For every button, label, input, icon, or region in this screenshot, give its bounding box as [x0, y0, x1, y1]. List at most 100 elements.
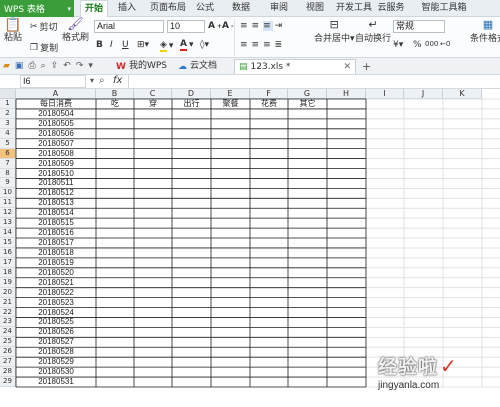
date-cell[interactable]: 20180506: [16, 129, 96, 139]
chevron-down-icon[interactable]: ▾: [88, 61, 93, 71]
redo-icon[interactable]: ↷: [76, 61, 84, 71]
tab-file-label: 123.xls *: [250, 61, 291, 72]
date-cell[interactable]: 20180521: [16, 278, 96, 288]
decimal-buttons[interactable]: ←0: [440, 40, 450, 48]
print-icon[interactable]: ⎙: [28, 61, 35, 71]
header-cell[interactable]: 其它: [288, 99, 327, 109]
date-cell[interactable]: 20180529: [16, 357, 96, 367]
date-cell[interactable]: 20180525: [16, 317, 96, 327]
conditional-format-button[interactable]: ▦ 条件格式: [470, 19, 500, 44]
fill-color-button[interactable]: ◈ ▾: [160, 40, 173, 52]
app-menu-button[interactable]: WPS 表格 ▾: [0, 0, 74, 17]
date-cell[interactable]: 20180518: [16, 248, 96, 258]
date-cell[interactable]: 20180531: [16, 377, 96, 387]
copy-button[interactable]: ❐ 复制: [30, 41, 59, 55]
header-cell[interactable]: 每日消费: [16, 99, 96, 109]
font-color-button[interactable]: A ▾: [180, 39, 194, 51]
date-cell[interactable]: 20180509: [16, 159, 96, 169]
menu-tab[interactable]: 开发工具: [336, 0, 372, 17]
date-cell[interactable]: 20180527: [16, 337, 96, 347]
format-painter-button[interactable]: 🖌 格式刷: [62, 18, 89, 43]
date-cell[interactable]: 20180514: [16, 208, 96, 218]
date-cell[interactable]: 20180510: [16, 169, 96, 179]
date-cell[interactable]: 20180508: [16, 149, 96, 159]
bold-button[interactable]: B: [96, 40, 103, 50]
date-cell[interactable]: 20180507: [16, 139, 96, 149]
font-name-select[interactable]: Arial: [94, 20, 164, 33]
menu-tab[interactable]: 页面布局: [148, 0, 188, 17]
close-icon[interactable]: ✕: [343, 62, 351, 72]
chevron-down-icon[interactable]: ▾: [90, 76, 94, 85]
menu-tab[interactable]: 公式: [192, 0, 218, 17]
date-cell[interactable]: 20180528: [16, 347, 96, 357]
underline-button[interactable]: U: [122, 40, 129, 50]
date-cell[interactable]: 20180515: [16, 218, 96, 228]
date-cell[interactable]: 20180524: [16, 308, 96, 318]
currency-button[interactable]: ¥▾: [393, 40, 403, 50]
print-preview-icon[interactable]: ⌕: [41, 61, 46, 71]
date-cell[interactable]: 20180520: [16, 268, 96, 278]
date-cell[interactable]: 20180519: [16, 258, 96, 268]
fill-bucket-icon: ◈: [160, 40, 167, 52]
menu-tab[interactable]: 插入: [114, 0, 140, 17]
date-cell[interactable]: 20180526: [16, 327, 96, 337]
border-icon: ⊞▾: [137, 40, 150, 50]
date-cell[interactable]: 20180504: [16, 109, 96, 119]
borders-button[interactable]: ⊞▾: [137, 40, 149, 50]
header-cell[interactable]: 穿: [134, 99, 172, 109]
app-name: WPS 表格: [4, 5, 45, 15]
menu-tab[interactable]: 数据: [226, 0, 256, 17]
menu-tab[interactable]: 开始: [80, 0, 108, 17]
tab-my-wps[interactable]: W 我的WPS: [112, 59, 171, 74]
vertical-align-buttons[interactable]: ≡ ≡ ≡ ⇥: [240, 21, 284, 31]
date-cell[interactable]: 20180513: [16, 198, 96, 208]
italic-button[interactable]: I: [110, 40, 113, 50]
date-cell[interactable]: 20180522: [16, 288, 96, 298]
copy-label: 复制: [40, 44, 59, 54]
percent-button[interactable]: %: [413, 40, 422, 50]
formula-input[interactable]: [128, 75, 500, 88]
new-tab-button[interactable]: +: [358, 59, 375, 74]
number-format-value: 常规: [396, 21, 415, 31]
wrap-text-button[interactable]: ↵ 自动换行: [355, 18, 391, 44]
header-cell[interactable]: 聚餐: [211, 99, 250, 109]
header-cell[interactable]: 出行: [172, 99, 211, 109]
undo-icon[interactable]: ↶: [63, 61, 71, 71]
align-left-icon: ≡: [240, 40, 250, 50]
increase-decimal-icon: ←0: [440, 40, 451, 48]
tab-cloud-docs[interactable]: ☁ 云文档: [174, 59, 221, 74]
merge-center-button[interactable]: ⊟ 合并居中▾: [314, 19, 355, 44]
clear-format-button[interactable]: ◊▾: [200, 40, 209, 50]
number-format-select[interactable]: 常规: [393, 20, 445, 33]
font-size-select[interactable]: 10: [167, 20, 205, 33]
horizontal-align-buttons[interactable]: ≡ ≡ ≡ ≣: [240, 40, 284, 50]
date-cell[interactable]: 20180511: [16, 178, 96, 188]
save-icon[interactable]: ▣: [15, 61, 24, 71]
menu-tab[interactable]: 视图: [302, 0, 328, 17]
name-box[interactable]: I6: [20, 75, 86, 88]
folder-icon[interactable]: ▰: [3, 61, 10, 71]
thousands-button[interactable]: 000: [425, 40, 438, 48]
date-cell[interactable]: 20180505: [16, 119, 96, 129]
date-cell[interactable]: 20180512: [16, 188, 96, 198]
grow-font-button[interactable]: A +: [208, 21, 222, 31]
menu-tab[interactable]: 审阅: [264, 0, 294, 17]
cut-button[interactable]: ✂ 剪切: [30, 20, 58, 34]
header-cell[interactable]: 花费: [250, 99, 288, 109]
zoom-icon[interactable]: ⌕: [99, 75, 105, 86]
header-cell[interactable]: 吃: [96, 99, 134, 109]
date-cell[interactable]: 20180516: [16, 228, 96, 238]
cloud-icon: ☁: [178, 61, 187, 72]
shrink-font-button[interactable]: A-: [222, 21, 233, 31]
paste-button[interactable]: 📋 粘贴: [4, 18, 22, 43]
menu-tab[interactable]: 云服务: [372, 0, 410, 17]
export-pdf-icon[interactable]: ⇪: [51, 61, 59, 71]
font-color-label: A: [180, 39, 187, 51]
date-cell[interactable]: 20180530: [16, 367, 96, 377]
date-cell[interactable]: 20180517: [16, 238, 96, 248]
function-icon[interactable]: fx: [113, 75, 122, 86]
menu-tab[interactable]: 智能工具箱: [418, 0, 470, 17]
wrap-icon: ↵: [368, 18, 378, 31]
tab-file[interactable]: ▤ 123.xls * ✕: [234, 59, 356, 74]
date-cell[interactable]: 20180523: [16, 298, 96, 308]
